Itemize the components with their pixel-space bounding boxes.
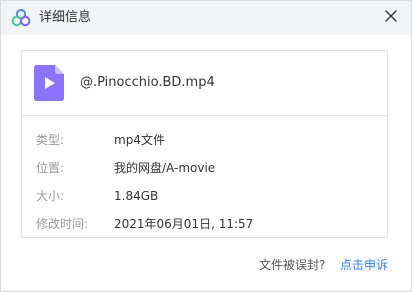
- details-panel: @.Pinocchio.BD.mp4 类型: mp4文件 位置: 我的网盘/A-…: [21, 50, 388, 238]
- detail-label: 位置:: [36, 161, 65, 175]
- close-icon: [385, 10, 397, 22]
- detail-value: mp4文件: [114, 133, 165, 147]
- detail-row-location: 位置: 我的网盘/A-movie: [22, 157, 387, 179]
- video-file-icon: [34, 65, 64, 101]
- detail-value: 1.84GB: [114, 189, 159, 203]
- file-details-dialog: 详细信息 @.Pinocchio.BD.mp4 类型: mp4文件 位置: 我的…: [0, 0, 412, 292]
- detail-label: 大小:: [36, 189, 65, 203]
- dialog-title: 详细信息: [39, 10, 92, 25]
- detail-label: 类型:: [36, 133, 65, 147]
- file-header: @.Pinocchio.BD.mp4: [22, 51, 387, 116]
- cloud-logo-icon: [11, 9, 31, 27]
- blocked-file-question: 文件被误封?: [259, 258, 326, 272]
- detail-row-modified: 修改时间: 2021年06月01日, 11:57: [22, 213, 387, 235]
- detail-row-type: 类型: mp4文件: [22, 129, 387, 151]
- detail-value: 我的网盘/A-movie: [114, 161, 216, 175]
- file-name: @.Pinocchio.BD.mp4: [80, 75, 215, 90]
- detail-value: 2021年06月01日, 11:57: [114, 217, 254, 231]
- detail-row-size: 大小: 1.84GB: [22, 185, 387, 207]
- appeal-link[interactable]: 点击申诉: [340, 257, 388, 273]
- detail-label: 修改时间:: [36, 217, 89, 231]
- close-button[interactable]: [379, 4, 403, 28]
- title-bar: 详细信息: [1, 1, 411, 35]
